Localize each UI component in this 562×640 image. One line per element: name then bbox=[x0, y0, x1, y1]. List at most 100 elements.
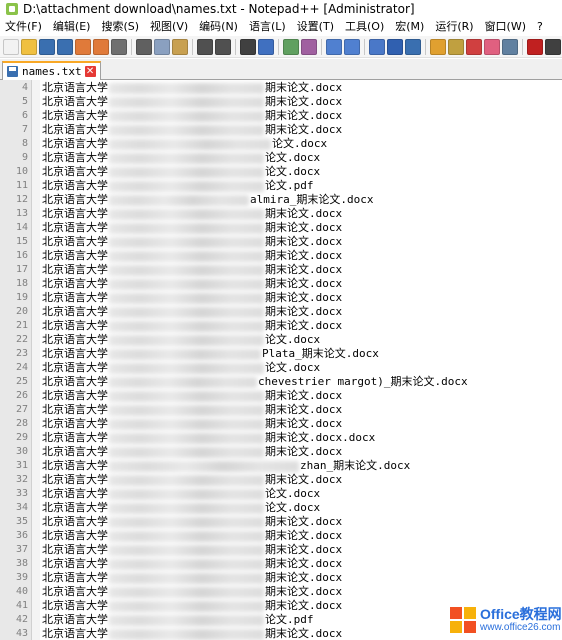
line-suffix: 期末论文.docx bbox=[265, 277, 343, 290]
code-line[interactable]: 7 北京语言大学 期末论文.docx bbox=[0, 123, 562, 137]
code-line[interactable]: 39 北京语言大学 期末论文.docx bbox=[0, 571, 562, 585]
code-line[interactable]: 28 北京语言大学 期末论文.docx bbox=[0, 417, 562, 431]
code-line[interactable]: 36 北京语言大学 期末论文.docx bbox=[0, 529, 562, 543]
code-line[interactable]: 12 北京语言大学 almira_期末论文.docx bbox=[0, 193, 562, 207]
redacted-text bbox=[109, 474, 264, 486]
code-line[interactable]: 32 北京语言大学 期末论文.docx bbox=[0, 473, 562, 487]
paste-icon[interactable] bbox=[172, 38, 188, 55]
line-suffix: 论文.pdf bbox=[265, 179, 314, 192]
save-all-icon[interactable] bbox=[57, 38, 73, 55]
line-text: 北京语言大学 论文.docx bbox=[42, 333, 320, 347]
code-line[interactable]: 9 北京语言大学 论文.docx bbox=[0, 151, 562, 165]
zoom-in-icon[interactable] bbox=[283, 38, 299, 55]
menu-item[interactable]: 运行(R) bbox=[430, 18, 479, 36]
line-suffix: 期末论文.docx bbox=[265, 221, 343, 234]
new-file-icon[interactable] bbox=[3, 38, 19, 55]
code-line[interactable]: 29 北京语言大学 期末论文.docx.docx bbox=[0, 431, 562, 445]
line-number: 11 bbox=[15, 180, 28, 191]
menu-item[interactable]: 设置(T) bbox=[292, 18, 340, 36]
code-line[interactable]: 10 北京语言大学 论文.docx bbox=[0, 165, 562, 179]
code-line[interactable]: 4 北京语言大学 期末论文.docx bbox=[0, 81, 562, 95]
code-line[interactable]: 8 北京语言大学 论文.docx bbox=[0, 137, 562, 151]
menu-item[interactable]: 工具(O) bbox=[340, 18, 390, 36]
copy-icon[interactable] bbox=[154, 38, 170, 55]
open-file-icon[interactable] bbox=[21, 38, 37, 55]
code-line[interactable]: 22 北京语言大学 论文.docx bbox=[0, 333, 562, 347]
code-line[interactable]: 14 北京语言大学 期末论文.docx bbox=[0, 221, 562, 235]
code-line[interactable]: 19 北京语言大学 期末论文.docx bbox=[0, 291, 562, 305]
code-line[interactable]: 24 北京语言大学 论文.docx bbox=[0, 361, 562, 375]
function-list-icon[interactable] bbox=[466, 38, 482, 55]
code-line[interactable]: 26 北京语言大学 期末论文.docx bbox=[0, 389, 562, 403]
menu-item[interactable]: 视图(V) bbox=[145, 18, 194, 36]
menu-item[interactable]: 搜索(S) bbox=[96, 18, 145, 36]
code-line[interactable]: 5 北京语言大学 期末论文.docx bbox=[0, 95, 562, 109]
line-prefix: 北京语言大学 bbox=[42, 347, 108, 360]
editor-area[interactable]: 4 北京语言大学 期末论文.docx 5 北京语言大学 期末论文.docx 6 北京语言大学期… bbox=[0, 80, 562, 640]
code-line[interactable]: 37 北京语言大学 期末论文.docx bbox=[0, 543, 562, 557]
replace-icon[interactable] bbox=[258, 38, 274, 55]
sync-vertical-icon[interactable] bbox=[326, 38, 342, 55]
redo-icon[interactable] bbox=[215, 38, 231, 55]
menu-item[interactable]: 编辑(E) bbox=[48, 18, 97, 36]
stop-record-icon[interactable] bbox=[545, 38, 561, 55]
menu-item[interactable]: 编码(N) bbox=[194, 18, 244, 36]
line-suffix: 期末论文.docx bbox=[265, 389, 343, 402]
code-line[interactable]: 34 北京语言大学 论文.docx bbox=[0, 501, 562, 515]
save-icon[interactable] bbox=[39, 38, 55, 55]
code-line[interactable]: 31 北京语言大学 zhan_期末论文.docx bbox=[0, 459, 562, 473]
udl-icon[interactable] bbox=[430, 38, 446, 55]
find-icon[interactable] bbox=[240, 38, 256, 55]
code-line[interactable]: 6 北京语言大学 期末论文.docx bbox=[0, 109, 562, 123]
code-line[interactable]: 38 北京语言大学 期末论文.docx bbox=[0, 557, 562, 571]
code-line[interactable]: 25 北京语言大学 chevestrier margot)_期末论文.docx bbox=[0, 375, 562, 389]
redacted-text bbox=[109, 110, 264, 122]
redacted-text bbox=[109, 82, 264, 94]
code-line[interactable]: 17 北京语言大学 期末论文.docx bbox=[0, 263, 562, 277]
menu-item[interactable]: 窗口(W) bbox=[480, 18, 532, 36]
menu-item[interactable]: ? bbox=[532, 18, 549, 36]
tab-names-txt[interactable]: names.txt ✕ bbox=[2, 61, 101, 80]
menu-item[interactable]: 语言(L) bbox=[244, 18, 292, 36]
code-line[interactable]: 18 北京语言大学 期末论文.docx bbox=[0, 277, 562, 291]
tab-label: names.txt bbox=[22, 65, 82, 78]
close-all-icon[interactable] bbox=[93, 38, 109, 55]
line-prefix: 北京语言大学 bbox=[42, 473, 108, 486]
sync-horizontal-icon[interactable] bbox=[344, 38, 360, 55]
menu-item[interactable]: 宏(M) bbox=[390, 18, 430, 36]
code-line[interactable]: 16 北京语言大学 期末论文.docx bbox=[0, 249, 562, 263]
print-icon[interactable] bbox=[111, 38, 127, 55]
code-line[interactable]: 13 北京语言大学 期末论文.docx bbox=[0, 207, 562, 221]
record-macro-icon[interactable] bbox=[527, 38, 543, 55]
cut-icon[interactable] bbox=[136, 38, 152, 55]
code-line[interactable]: 20 北京语言大学 期末论文.docx bbox=[0, 305, 562, 319]
code-line[interactable]: 23 北京语言大学 Plata_期末论文.docx bbox=[0, 347, 562, 361]
code-line[interactable]: 35 北京语言大学 期末论文.docx bbox=[0, 515, 562, 529]
menu-item[interactable]: 文件(F) bbox=[0, 18, 48, 36]
code-line[interactable]: 40 北京语言大学 期末论文.docx bbox=[0, 585, 562, 599]
undo-icon[interactable] bbox=[197, 38, 213, 55]
line-text: 北京语言大学 almira_期末论文.docx bbox=[42, 193, 373, 207]
code-line[interactable]: 11 北京语言大学 论文.pdf bbox=[0, 179, 562, 193]
line-prefix: 北京语言大学 bbox=[42, 277, 108, 290]
code-line[interactable]: 15 北京语言大学 期末论文.docx bbox=[0, 235, 562, 249]
zoom-out-icon[interactable] bbox=[301, 38, 317, 55]
close-tab-icon[interactable]: ✕ bbox=[84, 66, 96, 77]
line-text: 北京语言大学 期末论文.docx bbox=[42, 543, 342, 557]
code-line[interactable]: 30 北京语言大学 期末论文.docx bbox=[0, 445, 562, 459]
word-wrap-icon[interactable] bbox=[369, 38, 385, 55]
line-prefix: 北京语言大学 bbox=[42, 291, 108, 304]
code-line[interactable]: 27 北京语言大学 期末论文.docx bbox=[0, 403, 562, 417]
show-all-chars-icon[interactable] bbox=[387, 38, 403, 55]
close-icon[interactable] bbox=[75, 38, 91, 55]
monitoring-icon[interactable] bbox=[502, 38, 518, 55]
line-prefix: 北京语言大学 bbox=[42, 361, 108, 374]
folder-workspace-icon[interactable] bbox=[484, 38, 500, 55]
code-line[interactable]: 33 北京语言大学 论文.docx bbox=[0, 487, 562, 501]
indent-guide-icon[interactable] bbox=[405, 38, 421, 55]
redacted-text bbox=[109, 152, 264, 164]
line-text: 北京语言大学 期末论文.docx bbox=[42, 445, 342, 459]
code-line[interactable]: 21 北京语言大学 期末论文.docx bbox=[0, 319, 562, 333]
line-suffix: 期末论文.docx bbox=[265, 627, 343, 640]
doc-map-icon[interactable] bbox=[448, 38, 464, 55]
